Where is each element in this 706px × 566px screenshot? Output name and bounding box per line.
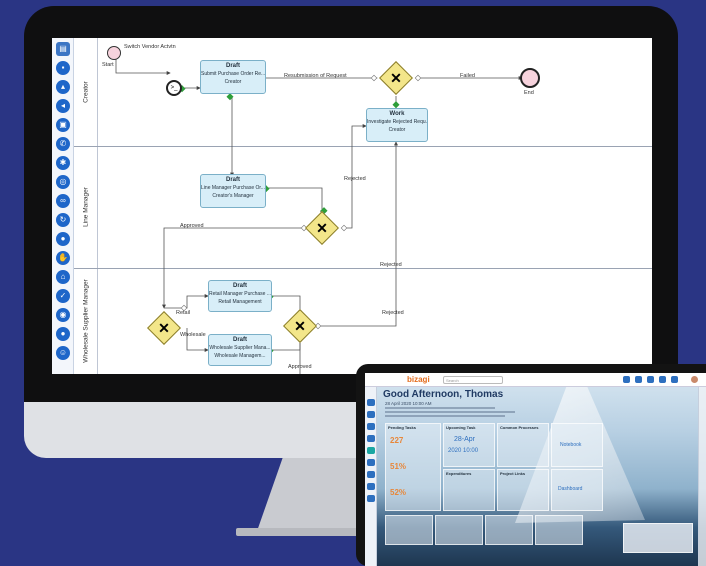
avatar[interactable] bbox=[691, 376, 698, 383]
sidebar-new-case-icon[interactable] bbox=[367, 411, 375, 418]
end-label: End bbox=[524, 90, 534, 96]
greeting-detail-line bbox=[385, 415, 505, 417]
widget-value: 227 bbox=[390, 436, 404, 445]
widget-small[interactable] bbox=[385, 515, 433, 545]
home-icon[interactable] bbox=[623, 376, 630, 383]
task-role: Wholesale Managem... bbox=[214, 353, 266, 359]
flow-label-approved: Approved bbox=[180, 223, 204, 229]
widget-title: Upcoming Task bbox=[446, 425, 476, 430]
flow-label-rejected: Rejected bbox=[382, 310, 404, 316]
widget-expenditures[interactable]: Expenditures bbox=[443, 469, 495, 511]
sidebar-calendar-icon[interactable] bbox=[367, 459, 375, 466]
bell-icon[interactable] bbox=[671, 376, 678, 383]
portal-sidebar bbox=[365, 387, 377, 566]
gateway-x-icon: ✕ bbox=[294, 318, 306, 334]
widget-notifications[interactable] bbox=[623, 523, 693, 553]
dashboard-link[interactable]: Dashboard bbox=[558, 486, 582, 492]
mail-icon[interactable] bbox=[635, 376, 642, 383]
sidebar-reports-icon[interactable] bbox=[367, 435, 375, 442]
gateway-x-icon: ✕ bbox=[158, 320, 170, 336]
widget-pending-tasks[interactable]: Pending Tasks 227 51% 52% bbox=[385, 423, 441, 511]
widget-upcoming-task[interactable]: Upcoming Task 28-Apr 2020 10:00 bbox=[443, 423, 495, 467]
widget-title: Expenditures bbox=[446, 471, 472, 476]
widget-value: 51% bbox=[390, 462, 407, 471]
portal-search-input[interactable]: Search bbox=[443, 376, 503, 384]
task-type: Draft bbox=[225, 177, 240, 183]
task-name: Line Manager Purchase Or... bbox=[201, 185, 265, 191]
tablet-portal-screen: bizagi Search Good Afternoon, Thomas 28 … bbox=[365, 373, 706, 566]
task-name: Retail Manager Purchase ... bbox=[209, 291, 271, 297]
task-type: Draft bbox=[232, 337, 247, 343]
upcoming-time: 2020 10:00 bbox=[448, 448, 479, 454]
widget-title: Common Processes bbox=[500, 425, 539, 430]
sidebar-settings-icon[interactable] bbox=[367, 495, 375, 502]
widget-dashboard[interactable]: Dashboard bbox=[551, 469, 603, 511]
widget-notebook[interactable]: Notebook bbox=[551, 423, 603, 467]
search-placeholder: Search bbox=[446, 378, 459, 383]
greeting-heading: Good Afternoon, Thomas bbox=[383, 389, 504, 400]
flow-label-failed: Failed bbox=[460, 73, 475, 79]
sidebar-people-icon[interactable] bbox=[367, 471, 375, 478]
widget-small[interactable] bbox=[535, 515, 583, 545]
widget-common-processes[interactable]: Common Processes bbox=[497, 423, 549, 467]
sidebar-inbox-icon[interactable] bbox=[367, 399, 375, 406]
task-line-manager-purchase[interactable]: Draft Line Manager Purchase Or... Creato… bbox=[200, 174, 266, 208]
start-event[interactable] bbox=[107, 46, 121, 60]
process-modeler-screen: ▤ ▪ ▴ ◂ ▣ ✆ ✱ ◎ ∞ ↻ ● ✋ ⌂ ✓ ◉ ● ☺ Creato… bbox=[52, 38, 652, 374]
widget-title: Pending Tasks bbox=[388, 425, 416, 430]
task-role: Creator bbox=[224, 79, 242, 85]
flow-label-retail: Retail bbox=[176, 310, 191, 316]
task-type: Draft bbox=[225, 63, 240, 69]
portal-logo: bizagi bbox=[407, 375, 430, 384]
task-submit-purchase-order[interactable]: Draft Submit Purchase Order Re... Creato… bbox=[200, 60, 266, 94]
task-role: Retail Management bbox=[218, 299, 262, 305]
flow-label-resubmission: Resubmission of Request bbox=[284, 73, 347, 79]
sidebar-dashboard-icon[interactable] bbox=[367, 447, 375, 454]
gateway-x-icon: ✕ bbox=[316, 220, 328, 236]
task-wholesale-supplier-manager[interactable]: Draft Wholesale Supplier Mana... Wholesa… bbox=[208, 334, 272, 366]
task-name: Submit Purchase Order Re... bbox=[201, 71, 265, 77]
tablet-device: bizagi Search Good Afternoon, Thomas 28 … bbox=[356, 364, 706, 566]
portal-top-bar: bizagi Search bbox=[365, 373, 706, 387]
greeting-detail-line bbox=[385, 407, 495, 409]
start-label: Start bbox=[102, 62, 114, 68]
flow-label-approved: Approved bbox=[288, 364, 312, 370]
greeting-detail-line bbox=[385, 411, 515, 413]
widget-value: 52% bbox=[390, 488, 407, 497]
notebook-link[interactable]: Notebook bbox=[560, 442, 581, 448]
task-type: Draft bbox=[232, 283, 247, 289]
task-investigate-rejected[interactable]: Work Investigate Rejected Requ... Creato… bbox=[366, 108, 428, 142]
task-role: Creator bbox=[388, 127, 406, 133]
task-name: Investigate Rejected Requ... bbox=[367, 119, 427, 125]
greeting-date: 28 April 2020 10:00 AM bbox=[385, 401, 432, 406]
widget-title: Project Links bbox=[500, 471, 526, 476]
widget-small[interactable] bbox=[485, 515, 533, 545]
script-event[interactable]: >_ bbox=[166, 80, 182, 96]
chat-icon[interactable] bbox=[647, 376, 654, 383]
task-type: Work bbox=[389, 111, 405, 117]
task-name: Wholesale Supplier Mana... bbox=[209, 345, 271, 351]
sidebar-files-icon[interactable] bbox=[367, 483, 375, 490]
portal-right-rail bbox=[698, 387, 706, 566]
task-retail-manager-purchase[interactable]: Draft Retail Manager Purchase ... Retail… bbox=[208, 280, 272, 312]
end-event[interactable] bbox=[520, 68, 540, 88]
flow-label-rejected: Rejected bbox=[380, 262, 402, 268]
chart-icon[interactable] bbox=[659, 376, 666, 383]
gateway-x-icon: ✕ bbox=[390, 70, 402, 86]
flow-label-rejected: Rejected bbox=[344, 176, 366, 182]
sidebar-search-icon[interactable] bbox=[367, 423, 375, 430]
widget-project-links[interactable]: Project Links bbox=[497, 469, 549, 511]
widget-small[interactable] bbox=[435, 515, 483, 545]
script-label: Switch Vendor Actvtn bbox=[124, 44, 176, 50]
task-role: Creator's Manager bbox=[212, 193, 254, 199]
flow-label-wholesale: Wholesale bbox=[180, 332, 206, 338]
upcoming-date: 28-Apr bbox=[454, 436, 476, 443]
process-diagram bbox=[115, 58, 523, 374]
